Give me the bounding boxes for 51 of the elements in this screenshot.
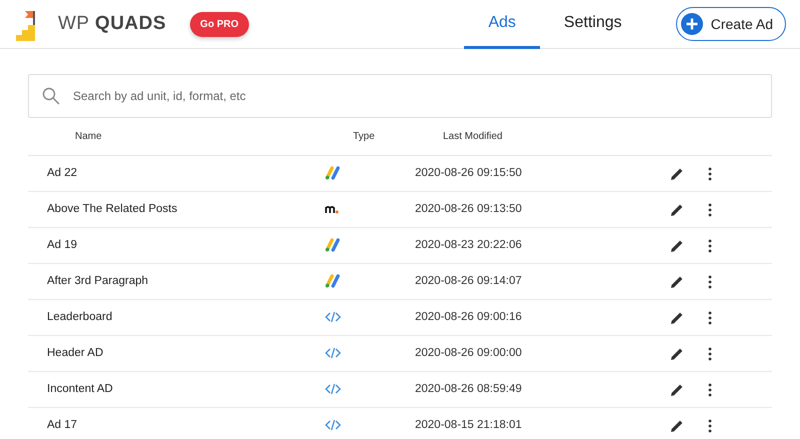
ad-name: Header AD <box>47 346 104 359</box>
search-icon <box>42 87 60 105</box>
modified-date: 2020-08-26 08:59:49 <box>415 382 522 395</box>
ad-name: Leaderboard <box>47 310 112 323</box>
more-options-button[interactable] <box>708 310 712 324</box>
code-icon <box>325 382 341 395</box>
search-field[interactable]: Search by ad unit, id, format, etc <box>28 74 772 118</box>
adsense-icon <box>325 274 341 288</box>
nav-tab[interactable]: Settings <box>540 0 646 48</box>
modified-date: 2020-08-26 09:00:16 <box>415 310 522 323</box>
code-icon <box>325 418 341 431</box>
adsense-icon <box>325 238 341 252</box>
code-icon <box>325 310 341 323</box>
adsense-icon <box>325 166 341 180</box>
more-options-button[interactable] <box>708 166 712 180</box>
edit-button[interactable] <box>670 238 684 252</box>
more-options-button[interactable] <box>708 418 712 432</box>
modified-date: 2020-08-26 09:14:07 <box>415 274 522 287</box>
column-header: Name <box>75 131 102 142</box>
code-icon <box>325 346 341 359</box>
modified-date: 2020-08-26 09:00:00 <box>415 346 522 359</box>
modified-date: 2020-08-23 20:22:06 <box>415 238 522 251</box>
more-options-button[interactable] <box>708 274 712 288</box>
brand-name: WP QUADS <box>58 12 166 36</box>
edit-button[interactable] <box>670 274 684 288</box>
ad-name: Ad 17 <box>47 418 78 431</box>
column-header: Last Modified <box>443 131 502 142</box>
edit-button[interactable] <box>670 166 684 180</box>
m-logo-icon <box>325 204 340 214</box>
more-options-button[interactable] <box>708 202 712 216</box>
ad-name: Above The Related Posts <box>47 202 178 215</box>
modified-date: 2020-08-26 09:13:50 <box>415 202 522 215</box>
go-pro-button[interactable]: Go PRO <box>190 12 249 36</box>
edit-button[interactable] <box>670 382 684 396</box>
more-options-button[interactable] <box>708 346 712 360</box>
ad-name: After 3rd Paragraph <box>47 274 148 287</box>
edit-button[interactable] <box>670 418 684 432</box>
edit-button[interactable] <box>670 202 684 216</box>
ad-name: Ad 22 <box>47 166 78 179</box>
plus-icon <box>680 13 703 35</box>
more-options-button[interactable] <box>708 382 712 396</box>
ad-name: Ad 19 <box>47 238 78 251</box>
edit-button[interactable] <box>670 310 684 324</box>
modified-date: 2020-08-15 21:18:01 <box>415 418 522 431</box>
create-ad-button[interactable]: Create Ad <box>676 7 786 41</box>
column-header: Type <box>353 131 375 142</box>
modified-date: 2020-08-26 09:15:50 <box>415 166 522 179</box>
more-options-button[interactable] <box>708 238 712 252</box>
ad-name: Incontent AD <box>47 382 113 395</box>
nav-tab[interactable]: Ads <box>464 0 540 48</box>
edit-button[interactable] <box>670 346 684 360</box>
